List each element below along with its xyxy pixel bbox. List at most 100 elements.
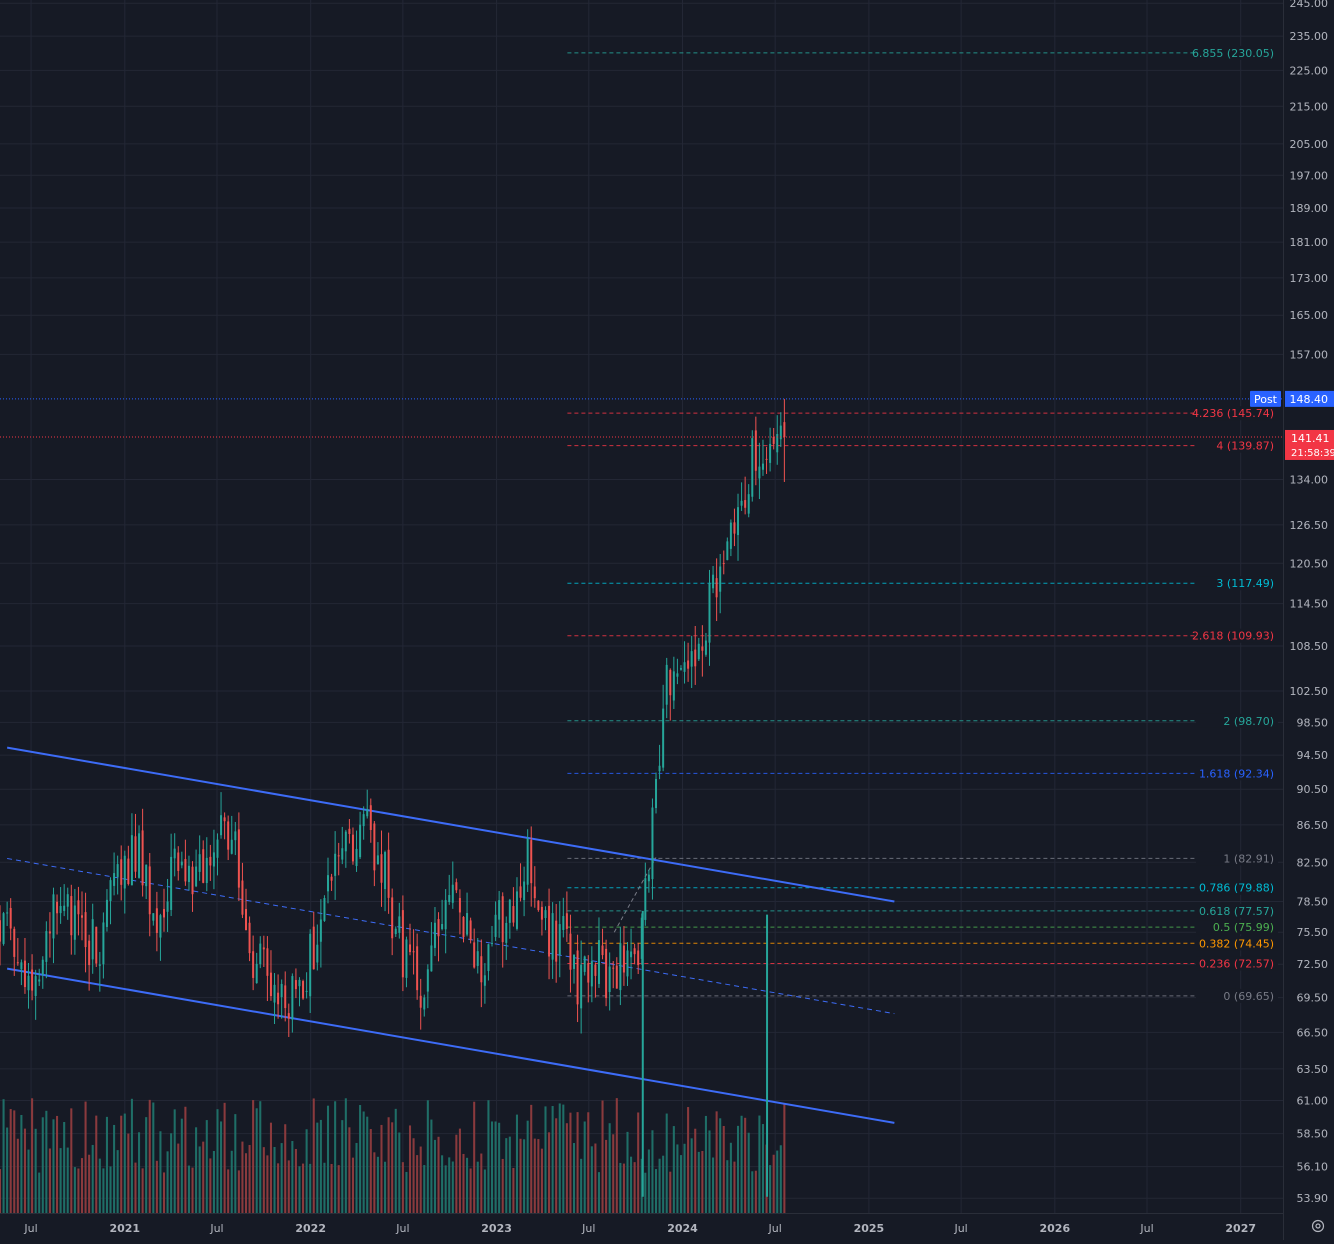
candle-body	[662, 708, 665, 768]
chart-area[interactable]: 6.855 (230.05) 4.236 (145.74) 4 (139.87) 3 …	[0, 0, 1334, 1240]
candle-body	[277, 992, 280, 1005]
volume-bar	[113, 1124, 116, 1213]
volume-bar	[2, 1099, 5, 1213]
candle-body	[769, 443, 772, 463]
volume-bar	[416, 1155, 419, 1213]
volume-bar	[316, 1122, 319, 1213]
time-tick-label: 2023	[481, 1222, 512, 1235]
candle-body	[327, 875, 330, 892]
volume-bar	[31, 1098, 34, 1213]
volume-bar	[255, 1108, 258, 1213]
candle-body	[387, 849, 390, 898]
candle-body	[655, 779, 658, 809]
candle-body	[59, 905, 62, 914]
volume-bar	[280, 1143, 283, 1213]
candle-body	[733, 522, 736, 534]
volume-bar	[284, 1124, 287, 1213]
last-price-text: 141.41	[1291, 432, 1330, 445]
price-chart[interactable]: 6.855 (230.05) 4.236 (145.74) 4 (139.87) 3 …	[0, 0, 1334, 1240]
candle-body	[102, 922, 105, 965]
candle-body	[615, 965, 618, 989]
volume-bar	[526, 1120, 529, 1213]
candle-body	[216, 839, 219, 858]
volume-bar	[729, 1142, 732, 1213]
volume-bar	[683, 1143, 686, 1213]
candle-body	[433, 922, 436, 948]
candle-body	[694, 649, 697, 667]
volume-bar	[6, 1127, 9, 1213]
price-tick-label: 78.50	[1297, 895, 1329, 908]
volume-bar	[305, 1129, 308, 1213]
volume-bar	[580, 1158, 583, 1213]
volume-bar	[302, 1163, 305, 1213]
volume-bar	[626, 1131, 629, 1213]
volume-bar	[237, 1170, 240, 1213]
volume-bar	[444, 1165, 447, 1213]
volume-bar	[52, 1119, 55, 1213]
volume-bar	[355, 1142, 358, 1213]
volume-bar	[551, 1106, 554, 1213]
volume-bar	[145, 1117, 148, 1213]
candle-body	[27, 975, 30, 991]
volume-bar	[41, 1117, 44, 1213]
candle-body	[155, 908, 158, 933]
candle-body	[373, 823, 376, 871]
candle-body	[337, 855, 340, 857]
price-tick-label: 189.00	[1290, 202, 1329, 215]
volume-bar	[676, 1144, 679, 1213]
volume-bar	[59, 1148, 62, 1213]
volume-bar	[754, 1170, 757, 1213]
candle-body	[483, 975, 486, 986]
volume-bar	[91, 1144, 94, 1213]
volume-bar	[758, 1115, 761, 1213]
volume-bar	[80, 1158, 84, 1213]
volume-bar	[269, 1122, 272, 1213]
volume-bar	[501, 1158, 504, 1213]
volume-bar	[13, 1110, 16, 1213]
volume-bar	[384, 1161, 387, 1213]
candle-body	[52, 894, 55, 939]
volume-bar	[277, 1163, 280, 1213]
volume-bar	[726, 1160, 729, 1213]
candle-body	[305, 990, 308, 992]
candle-body	[391, 897, 394, 939]
settings-gear-icon[interactable]	[1310, 1218, 1326, 1234]
volume-bar	[658, 1158, 661, 1213]
candle-body	[430, 945, 433, 972]
volume-bar	[530, 1104, 533, 1213]
candle-body	[704, 640, 707, 655]
candle-body	[6, 912, 9, 914]
price-tick-label: 165.00	[1290, 309, 1329, 322]
candle-body	[294, 980, 297, 990]
volume-bar	[576, 1112, 579, 1213]
candle-body	[622, 945, 625, 973]
candle-body	[105, 899, 108, 927]
candle-body	[141, 830, 144, 886]
fib-level-label: 6.855 (230.05)	[1192, 47, 1274, 60]
candle-body	[551, 913, 554, 960]
price-tick-label: 94.50	[1297, 749, 1329, 762]
volume-bar	[159, 1131, 162, 1213]
volume-bar	[744, 1117, 747, 1213]
candle-body	[455, 882, 458, 891]
candle-body	[722, 563, 725, 565]
volume-bar	[572, 1143, 576, 1213]
candle-body	[173, 848, 176, 859]
volume-bar	[341, 1120, 344, 1213]
candle-body	[444, 900, 447, 930]
candle-body	[683, 662, 686, 672]
time-tick-label: 2027	[1225, 1222, 1256, 1235]
time-tick-label: Jul	[581, 1222, 595, 1235]
candle-body	[66, 894, 69, 907]
candle-body	[369, 805, 372, 830]
volume-bar	[690, 1138, 693, 1213]
candle-body	[70, 896, 73, 936]
candle-body	[451, 884, 454, 903]
volume-bar	[423, 1165, 426, 1213]
candle-body	[558, 924, 561, 955]
volume-bar	[166, 1151, 169, 1213]
price-tick-label: 134.00	[1290, 473, 1329, 486]
candle-body	[209, 856, 212, 866]
candle-body	[384, 852, 387, 890]
volume-bar	[105, 1116, 108, 1213]
